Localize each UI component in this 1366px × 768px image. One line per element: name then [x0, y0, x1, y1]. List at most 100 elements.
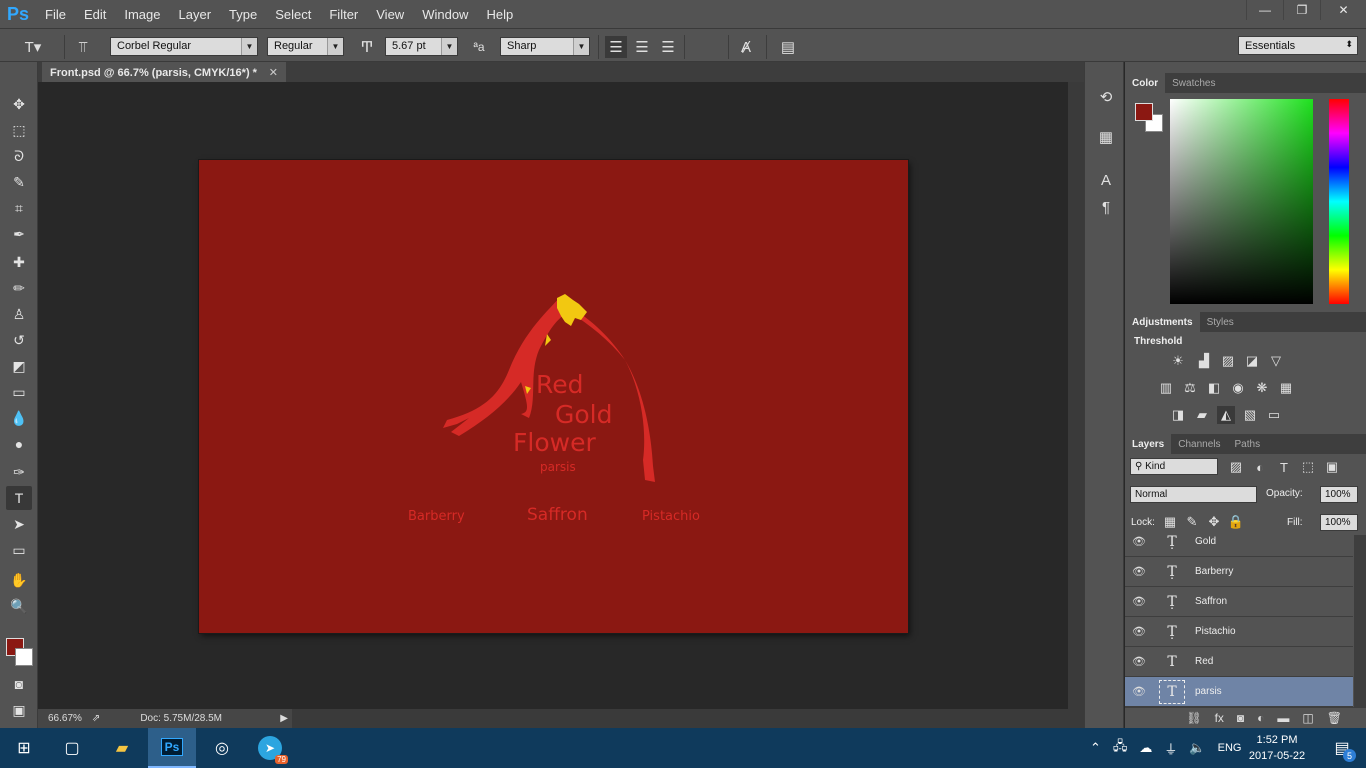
link-layers-icon[interactable]: ⛓: [1186, 711, 1201, 725]
fill-input[interactable]: 100%: [1320, 514, 1358, 531]
pen-tool-icon[interactable]: ✑: [6, 460, 32, 484]
align-left-icon[interactable]: ☰: [605, 36, 627, 58]
align-right-icon[interactable]: ☰: [657, 36, 679, 58]
color-field[interactable]: [1170, 99, 1313, 304]
color-balance-icon[interactable]: ⚖: [1181, 379, 1199, 397]
zoom-level[interactable]: 66.67%: [48, 713, 82, 724]
photo-filter-icon[interactable]: ◉: [1229, 379, 1247, 397]
tab-layers[interactable]: Layers: [1125, 434, 1172, 454]
filter-smart-object-icon[interactable]: ▣: [1323, 458, 1341, 476]
windows-start-icon[interactable]: ⊞: [0, 728, 48, 768]
filter-shape-icon[interactable]: ⬚: [1299, 458, 1317, 476]
font-style-select[interactable]: Regular ▼: [267, 37, 344, 56]
cloud-icon[interactable]: ☁: [1139, 740, 1152, 756]
visibility-eye-icon[interactable]: 👁: [1125, 655, 1153, 668]
character-panel-icon[interactable]: ▤: [777, 36, 799, 58]
tab-color[interactable]: Color: [1125, 73, 1166, 93]
zoom-tool-icon[interactable]: 🔍: [6, 594, 32, 618]
align-center-icon[interactable]: ☰: [631, 36, 653, 58]
delete-layer-icon[interactable]: 🗑: [1327, 711, 1342, 725]
warp-text-icon[interactable]: Ⱥ: [735, 36, 757, 58]
layer-row[interactable]: 👁 Ṭ Pistachio: [1125, 617, 1353, 647]
blur-tool-icon[interactable]: 💧: [6, 406, 32, 430]
lasso-tool-icon[interactable]: ᘐ: [6, 144, 32, 168]
lock-all-icon[interactable]: 🔒: [1227, 513, 1245, 531]
media-player-icon[interactable]: ◎: [198, 728, 246, 768]
minimize-button[interactable]: —: [1246, 0, 1283, 20]
close-button[interactable]: ✕: [1320, 0, 1366, 20]
brush-tool-icon[interactable]: ✏: [6, 276, 32, 300]
filter-type-icon[interactable]: T: [1275, 458, 1293, 476]
filter-pixel-icon[interactable]: ▨: [1227, 458, 1245, 476]
visibility-eye-icon[interactable]: 👁: [1125, 535, 1153, 548]
task-view-icon[interactable]: ▢: [48, 728, 96, 768]
visibility-eye-icon[interactable]: 👁: [1125, 595, 1153, 608]
artwork-flower-text[interactable]: Flower: [513, 428, 596, 457]
menu-window[interactable]: Window: [413, 0, 477, 28]
hue-slider[interactable]: [1329, 99, 1349, 304]
blend-mode-select[interactable]: Normal: [1130, 486, 1257, 503]
artwork-pistachio-text[interactable]: Pistachio: [642, 509, 700, 524]
background-color-swatch[interactable]: [15, 648, 33, 666]
new-group-icon[interactable]: ▬: [1277, 711, 1289, 725]
healing-brush-tool-icon[interactable]: ✚: [6, 250, 32, 274]
toggle-text-orientation-icon[interactable]: ⫪: [72, 36, 94, 58]
export-icon[interactable]: ⇗: [92, 713, 100, 724]
screen-mode-icon[interactable]: ▣: [6, 698, 32, 722]
menu-help[interactable]: Help: [477, 0, 522, 28]
layer-row[interactable]: 👁 Ṭ Gold: [1125, 535, 1353, 557]
opacity-input[interactable]: 100%: [1320, 486, 1358, 503]
menu-type[interactable]: Type: [220, 0, 266, 28]
layer-row-selected[interactable]: 👁 T parsis: [1125, 677, 1353, 707]
status-menu-arrow-icon[interactable]: ▶: [280, 713, 288, 724]
paragraph-panel-icon[interactable]: ¶: [1095, 196, 1117, 218]
chevron-up-icon[interactable]: ⌃: [1090, 740, 1101, 756]
eraser-tool-icon[interactable]: ◩: [6, 354, 32, 378]
clone-stamp-tool-icon[interactable]: ♙: [6, 302, 32, 326]
document-tab[interactable]: Front.psd @ 66.7% (parsis, CMYK/16*) * ✕: [42, 62, 286, 83]
menu-file[interactable]: File: [36, 0, 75, 28]
tab-channels[interactable]: Channels: [1171, 434, 1227, 454]
restore-button[interactable]: ❐: [1283, 0, 1320, 20]
properties-panel-icon[interactable]: ▦: [1095, 126, 1117, 148]
photoshop-taskbar-icon[interactable]: Ps: [148, 728, 196, 768]
tab-swatches[interactable]: Swatches: [1165, 73, 1222, 93]
artwork-parsis-text[interactable]: parsis: [540, 460, 576, 474]
exposure-icon[interactable]: ◪: [1243, 352, 1261, 370]
posterize-icon[interactable]: ▰: [1193, 406, 1211, 424]
color-lookup-icon[interactable]: ▦: [1277, 379, 1295, 397]
font-size-input[interactable]: 5.67 pt ▼: [385, 37, 458, 56]
layer-filter-select[interactable]: ⚲ Kind: [1130, 458, 1218, 475]
type-tool-icon[interactable]: T: [6, 486, 32, 510]
close-tab-icon[interactable]: ✕: [269, 66, 278, 79]
invert-icon[interactable]: ◨: [1169, 406, 1187, 424]
vertical-scrollbar[interactable]: [1068, 82, 1084, 709]
dodge-tool-icon[interactable]: ●: [6, 432, 32, 456]
black-white-icon[interactable]: ◧: [1205, 379, 1223, 397]
menu-layer[interactable]: Layer: [170, 0, 221, 28]
move-tool-icon[interactable]: ✥: [6, 92, 32, 116]
rectangle-tool-icon[interactable]: ▭: [6, 538, 32, 562]
menu-edit[interactable]: Edit: [75, 0, 115, 28]
menu-view[interactable]: View: [367, 0, 413, 28]
font-family-select[interactable]: Corbel Regular ▼: [110, 37, 258, 56]
visibility-eye-icon[interactable]: 👁: [1125, 625, 1153, 638]
filter-adjustment-icon[interactable]: ◐: [1251, 458, 1269, 476]
hand-tool-icon[interactable]: ✋: [6, 568, 32, 592]
color-foreground-swatch[interactable]: [1135, 103, 1153, 121]
file-explorer-icon[interactable]: ▰: [98, 728, 146, 768]
artwork-saffron-text[interactable]: Saffron: [527, 505, 588, 525]
crop-tool-icon[interactable]: ⌗: [6, 196, 32, 220]
usb-icon[interactable]: ⏚: [1164, 739, 1177, 758]
fx-icon[interactable]: fx: [1215, 711, 1224, 725]
type-tool-preset-icon[interactable]: T▾: [22, 36, 44, 58]
gradient-map-icon[interactable]: ▭: [1265, 406, 1283, 424]
layer-row[interactable]: 👁 Ṭ Saffron: [1125, 587, 1353, 617]
threshold-icon[interactable]: ◭: [1217, 406, 1235, 424]
quick-mask-icon[interactable]: ◙: [6, 672, 32, 696]
tab-styles[interactable]: Styles: [1200, 312, 1241, 332]
hue-saturation-icon[interactable]: ▥: [1157, 379, 1175, 397]
tab-paths[interactable]: Paths: [1228, 434, 1268, 454]
curves-icon[interactable]: ▨: [1219, 352, 1237, 370]
channel-mixer-icon[interactable]: ❋: [1253, 379, 1271, 397]
